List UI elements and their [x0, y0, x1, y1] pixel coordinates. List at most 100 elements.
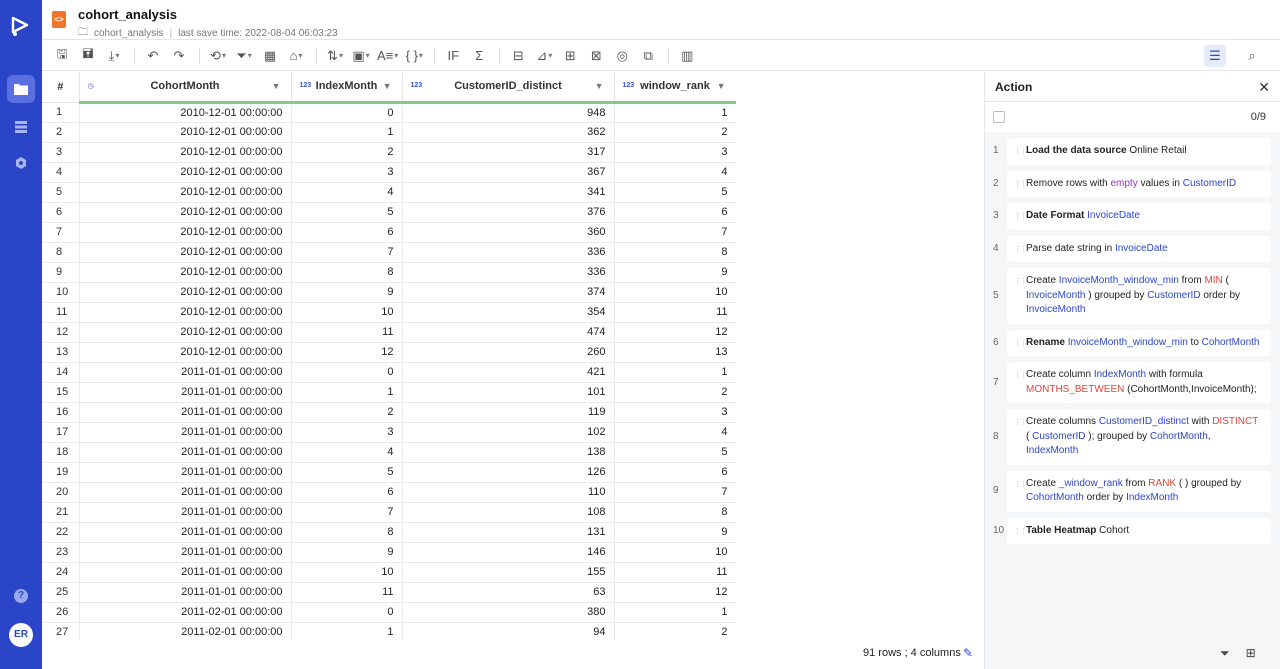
table-cell[interactable]: 2010-12-01 00:00:00 — [79, 302, 292, 323]
avatar[interactable]: ER — [9, 623, 33, 647]
action-step[interactable]: 9 ⋮⋮ Create _window_rank from RANK ( ) gro… — [993, 470, 1271, 512]
table-cell[interactable]: 4 — [614, 422, 736, 443]
table-cell[interactable]: 5 — [614, 442, 736, 463]
table-row[interactable]: 4 2010-12-01 00:00:00 3 367 4 — [42, 162, 736, 183]
table-cell[interactable]: 2010-12-01 00:00:00 — [79, 282, 292, 303]
column-header-window-rank[interactable]: 123 window_rank ▼ — [614, 72, 736, 104]
help-icon[interactable]: ? — [14, 589, 28, 603]
table-row[interactable]: 8 2010-12-01 00:00:00 7 336 8 — [42, 242, 736, 263]
table-cell[interactable]: 6 — [614, 462, 736, 483]
action-step[interactable]: 10 ⋮⋮ Table Heatmap Cohort — [993, 517, 1271, 544]
table-cell[interactable]: 2 — [291, 402, 403, 423]
table-cell[interactable]: 5 — [291, 202, 403, 223]
column-header-customerid-distinct[interactable]: 123 CustomerID_distinct ▼ — [402, 72, 615, 104]
table-cell[interactable]: 7 — [291, 242, 403, 263]
table-cell[interactable]: 108 — [402, 502, 615, 523]
table-cell[interactable]: 2010-12-01 00:00:00 — [79, 262, 292, 283]
folder-nav-icon[interactable] — [7, 75, 35, 103]
table-row[interactable]: 19 2011-01-01 00:00:00 5 126 6 — [42, 462, 736, 483]
table-cell[interactable]: 336 — [402, 262, 615, 283]
undo-icon[interactable]: ↶ — [143, 45, 163, 67]
table-cell[interactable]: 0 — [291, 102, 403, 123]
table-cell[interactable]: 4 — [291, 182, 403, 203]
table-row[interactable]: 9 2010-12-01 00:00:00 8 336 9 — [42, 262, 736, 283]
edit-icon[interactable]: ✎ — [963, 646, 973, 660]
table-cell[interactable]: 8 — [291, 262, 403, 283]
table-cell[interactable]: 63 — [402, 582, 615, 603]
table-cell[interactable]: 2011-01-01 00:00:00 — [79, 442, 292, 463]
table-cell[interactable]: 3 — [614, 142, 736, 163]
action-step[interactable]: 2 ⋮⋮ Remove rows with empty values in Cust… — [993, 170, 1271, 197]
add-folder-icon[interactable]: ⊞ — [1246, 646, 1256, 661]
table-cell[interactable]: 10 — [614, 542, 736, 563]
table-row[interactable]: 14 2011-01-01 00:00:00 0 421 1 — [42, 362, 736, 383]
drag-handle-icon[interactable]: ⋮⋮ — [1014, 416, 1027, 431]
table-cell[interactable]: 10 — [614, 282, 736, 303]
if-icon[interactable]: IF — [443, 45, 463, 67]
table-cell[interactable]: 374 — [402, 282, 615, 303]
table-cell[interactable]: 138 — [402, 442, 615, 463]
union-icon[interactable]: ⧉ — [638, 45, 658, 67]
table-cell[interactable]: 2010-12-01 00:00:00 — [79, 202, 292, 223]
table-cell[interactable]: 11 — [291, 582, 403, 603]
table-cell[interactable]: 8 — [614, 242, 736, 263]
table-cell[interactable]: 12 — [614, 582, 736, 603]
action-panel-icon[interactable]: ☰ — [1204, 45, 1226, 67]
select-all-checkbox[interactable] — [993, 111, 1005, 123]
table-cell[interactable]: 119 — [402, 402, 615, 423]
table-row[interactable]: 7 2010-12-01 00:00:00 6 360 7 — [42, 222, 736, 243]
text-icon[interactable]: A≡ — [377, 45, 398, 67]
table-cell[interactable]: 10 — [291, 562, 403, 583]
table-cell[interactable]: 0 — [291, 362, 403, 383]
table-cell[interactable]: 1 — [614, 602, 736, 623]
breadcrumb-folder[interactable]: cohort_analysis — [94, 28, 163, 39]
table-cell[interactable]: 1 — [614, 362, 736, 383]
drag-handle-icon[interactable]: ⋮⋮ — [1014, 243, 1027, 258]
table-cell[interactable]: 2011-01-01 00:00:00 — [79, 462, 292, 483]
action-step[interactable]: 4 ⋮⋮ Parse date string in InvoiceDate — [993, 235, 1271, 262]
table-row[interactable]: 26 2011-02-01 00:00:00 0 380 1 — [42, 602, 736, 623]
window-icon[interactable]: ⊿ — [534, 45, 554, 67]
table-row[interactable]: 23 2011-01-01 00:00:00 9 146 10 — [42, 542, 736, 563]
table-cell[interactable]: 8 — [614, 502, 736, 523]
table-cell[interactable]: 5 — [291, 462, 403, 483]
table-cell[interactable]: 7 — [614, 222, 736, 243]
table-cell[interactable]: 380 — [402, 602, 615, 623]
chart-icon[interactable]: ▥ — [677, 45, 697, 67]
table-cell[interactable]: 2 — [614, 122, 736, 143]
table-cell[interactable]: 146 — [402, 542, 615, 563]
table-cell[interactable]: 9 — [291, 542, 403, 563]
table-cell[interactable]: 3 — [614, 402, 736, 423]
table-cell[interactable]: 421 — [402, 362, 615, 383]
table-cell[interactable]: 2011-01-01 00:00:00 — [79, 362, 292, 383]
drag-handle-icon[interactable]: ⋮⋮ — [1014, 525, 1027, 540]
table-cell[interactable]: 126 — [402, 462, 615, 483]
table-cell[interactable]: 948 — [402, 102, 615, 123]
table-row[interactable]: 10 2010-12-01 00:00:00 9 374 10 — [42, 282, 736, 303]
table-cell[interactable]: 341 — [402, 182, 615, 203]
datatype-icon[interactable]: ▣ — [351, 45, 371, 67]
action-step[interactable]: 6 ⋮⋮ Rename InvoiceMonth_window_min to Coh… — [993, 329, 1271, 356]
filter-icon[interactable]: ⏷ — [1220, 646, 1230, 661]
table-cell[interactable]: 110 — [402, 482, 615, 503]
action-step[interactable]: 1 ⋮⋮ Load the data source Online Retail — [993, 138, 1271, 165]
table-cell[interactable]: 367 — [402, 162, 615, 183]
table-cell[interactable]: 3 — [291, 422, 403, 443]
table-cell[interactable]: 317 — [402, 142, 615, 163]
table-cell[interactable]: 2 — [291, 142, 403, 163]
action-step[interactable]: 5 ⋮⋮ Create InvoiceMonth_window_min from M… — [993, 268, 1271, 324]
table-cell[interactable]: 11 — [614, 562, 736, 583]
table-row[interactable]: 1 2010-12-01 00:00:00 0 948 1 — [42, 102, 736, 123]
table-cell[interactable]: 13 — [614, 342, 736, 363]
table-cell[interactable]: 2011-01-01 00:00:00 — [79, 542, 292, 563]
transform-icon[interactable]: ⟲ — [208, 45, 228, 67]
column-header-cohortmonth[interactable]: ◷ CohortMonth ▼ — [79, 72, 292, 104]
filter-icon[interactable]: ⏷ — [234, 45, 254, 67]
table-cell[interactable]: 260 — [402, 342, 615, 363]
list-nav-icon[interactable] — [7, 113, 35, 141]
chevron-down-icon[interactable]: ▼ — [595, 81, 604, 91]
redo-icon[interactable]: ↷ — [169, 45, 189, 67]
table-cell[interactable]: 2011-01-01 00:00:00 — [79, 382, 292, 403]
table-row[interactable]: 15 2011-01-01 00:00:00 1 101 2 — [42, 382, 736, 403]
table-row[interactable]: 12 2010-12-01 00:00:00 11 474 12 — [42, 322, 736, 343]
